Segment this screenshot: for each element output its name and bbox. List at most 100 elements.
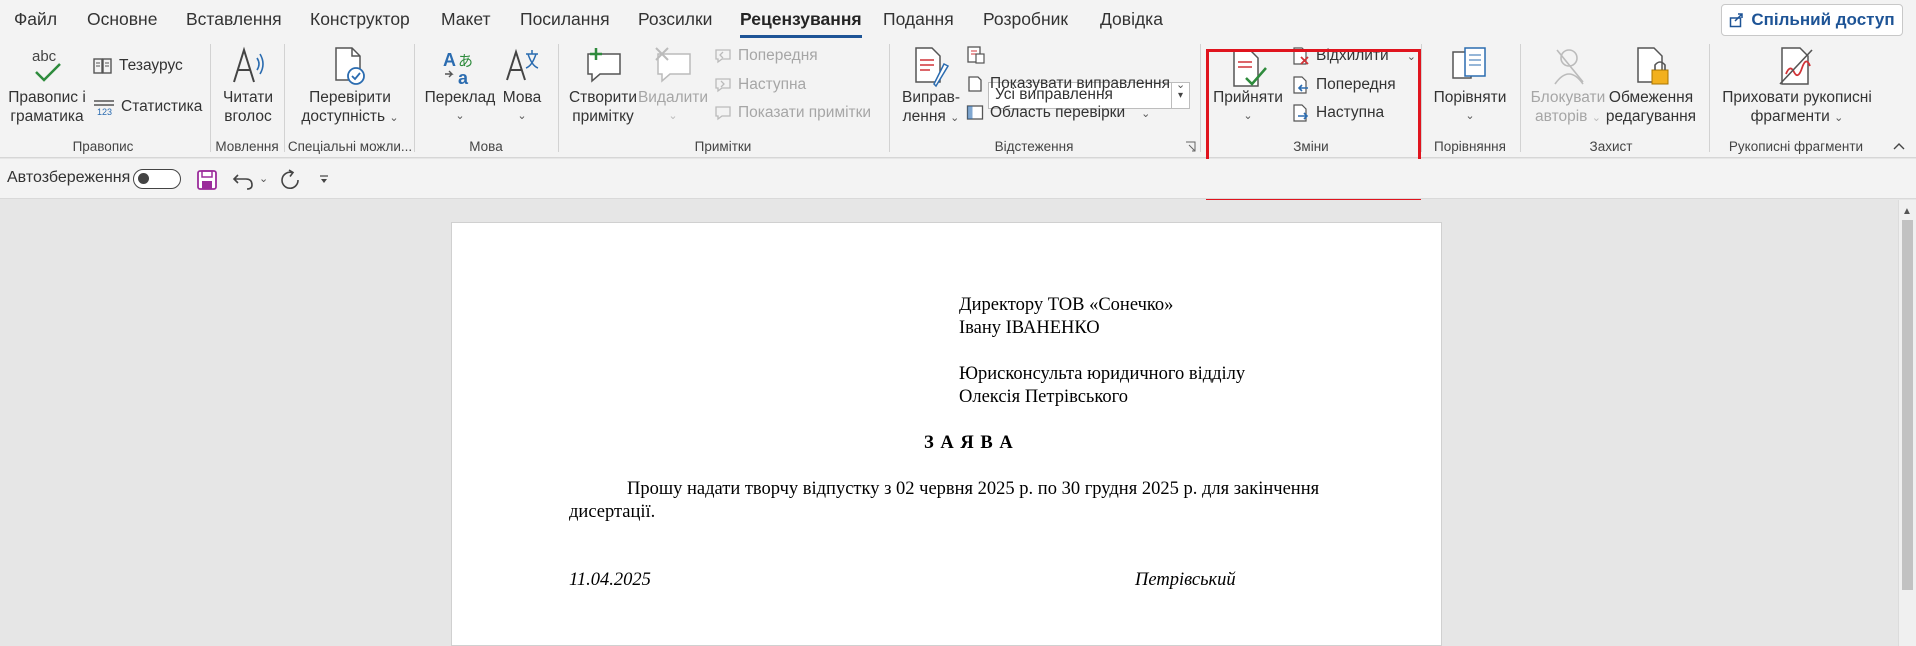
block-authors-label-2: авторів — [1535, 108, 1588, 125]
translate-label: Переклад — [424, 89, 496, 106]
compare-button[interactable]: Порівняти ⌄ — [1434, 88, 1507, 126]
language-label: Мова — [502, 89, 542, 106]
block-authors-icon — [1554, 49, 1584, 85]
document-signature: Петрівський — [1135, 570, 1236, 590]
tab-review[interactable]: Рецензування — [740, 9, 862, 38]
collapse-ribbon-icon[interactable] — [1892, 141, 1906, 151]
chevron-down-icon: ⌄ — [1465, 110, 1475, 122]
new-comment-button[interactable]: Створити примітку — [569, 88, 637, 126]
next-change-button[interactable]: Наступна — [1292, 101, 1384, 125]
accessibility-button[interactable]: Перевірити доступність ⌄ — [301, 88, 398, 128]
translate-button[interactable]: Переклад ⌄ — [425, 88, 496, 126]
undo-icon[interactable] — [232, 169, 254, 191]
word-count-button[interactable]: 123 Статистика — [93, 95, 202, 119]
tab-developer[interactable]: Розробник — [983, 9, 1068, 30]
separator — [414, 44, 415, 152]
recipient-line-1: Директору ТОВ «Сонечко» — [959, 295, 1174, 315]
new-comment-label-1: Створити — [568, 89, 638, 106]
share-button[interactable]: Спільний доступ — [1721, 4, 1903, 36]
save-icon[interactable] — [196, 169, 218, 191]
tab-design[interactable]: Конструктор — [310, 9, 410, 30]
spelling-icon: abc — [32, 48, 61, 82]
previous-change-label: Попередня — [1316, 76, 1396, 93]
chevron-down-icon: ⌄ — [389, 112, 399, 124]
chevron-down-icon: ⌄ — [455, 110, 465, 122]
reject-button[interactable]: Відхилити ⌄ — [1292, 44, 1416, 68]
restrict-editing-button[interactable]: Обмеження редагування — [1606, 88, 1696, 126]
restrict-editing-label-1: Обмеження — [1608, 89, 1694, 106]
document-date: 11.04.2025 — [569, 570, 651, 590]
restrict-editing-label-2: редагування — [1605, 108, 1697, 125]
word-count-icon: 123 — [94, 100, 114, 116]
track-changes-icon — [915, 47, 950, 88]
next-comment-button[interactable]: Наступна — [714, 73, 806, 97]
delete-comment-icon — [655, 47, 691, 83]
tab-file[interactable]: Файл — [14, 9, 57, 30]
group-label-protect: Захист — [1589, 139, 1633, 154]
show-markup-icon — [968, 76, 982, 92]
language-button[interactable]: Мова ⌄ — [503, 88, 541, 126]
show-comments-icon — [715, 106, 731, 121]
dialog-launcher-icon[interactable] — [1185, 141, 1196, 152]
separator — [210, 44, 211, 152]
read-aloud-label-1: Читати — [223, 89, 273, 106]
body-line-1: Прошу надати творчу відпустку з 02 червн… — [627, 479, 1320, 499]
track-changes-button[interactable]: Виправ- лення ⌄ — [902, 88, 960, 128]
track-changes-label-1: Виправ- — [901, 89, 961, 106]
vertical-scrollbar[interactable]: ▲ — [1898, 200, 1916, 646]
tab-mailings[interactable]: Розсилки — [638, 9, 712, 30]
show-markup-button[interactable]: Показувати виправлення ⌄ — [966, 72, 1185, 96]
quick-access-toolbar: Автозбереження ⌄ — [0, 159, 1916, 199]
spelling-button[interactable]: Правопис і граматика — [8, 88, 86, 126]
previous-comment-button[interactable]: Попередня — [714, 44, 818, 68]
accept-change-icon — [1233, 49, 1267, 87]
scroll-up-icon[interactable]: ▲ — [1902, 206, 1912, 217]
tab-insert[interactable]: Вставлення — [186, 9, 282, 30]
customize-toolbar-icon[interactable] — [318, 174, 330, 186]
language-icon — [506, 48, 539, 81]
body-line-2: дисертації. — [569, 502, 656, 522]
svg-text:A: A — [443, 50, 456, 70]
block-authors-button[interactable]: Блокувати авторів ⌄ — [1531, 88, 1606, 128]
chevron-down-icon: ⌄ — [1834, 112, 1844, 124]
svg-text:123: 123 — [97, 107, 112, 116]
autosave-toggle[interactable] — [133, 169, 181, 189]
spelling-label-2: граматика — [10, 108, 84, 125]
scrollbar-thumb[interactable] — [1902, 220, 1913, 590]
delete-comment-button[interactable]: Видалити ⌄ — [638, 88, 708, 126]
previous-change-button[interactable]: Попередня — [1292, 73, 1396, 97]
tab-view[interactable]: Подання — [883, 9, 954, 30]
compare-icon — [1452, 47, 1486, 79]
document-title: З А Я В А — [924, 433, 1014, 453]
book-icon — [93, 58, 112, 74]
reviewing-pane-button[interactable]: Область перевірки ⌄ — [966, 101, 1150, 125]
chevron-down-icon: ⌄ — [1243, 110, 1253, 122]
read-aloud-button[interactable]: Читати вголос — [223, 88, 273, 126]
sender-line-1: Юрисконсульта юридичного відділу — [959, 364, 1246, 384]
delete-comment-label: Видалити — [637, 89, 709, 106]
separator — [1200, 44, 1201, 152]
block-authors-label-1: Блокувати — [1530, 89, 1606, 106]
tab-help[interactable]: Довідка — [1100, 9, 1163, 30]
hide-ink-label-1: Приховати рукописні — [1722, 89, 1872, 106]
group-label-accessibility: Спеціальні можли... — [287, 139, 413, 154]
separator — [558, 44, 559, 152]
thesaurus-button[interactable]: Тезаурус — [93, 54, 183, 78]
display-for-review-icon — [967, 46, 985, 64]
undo-dropdown-icon[interactable]: ⌄ — [259, 172, 268, 185]
accept-button[interactable]: Прийняти ⌄ — [1213, 88, 1283, 126]
tab-home[interactable]: Основне — [87, 9, 157, 30]
svg-text:a: a — [458, 68, 469, 86]
next-change-icon — [1293, 104, 1309, 122]
menu-bar: Файл Основне Вставлення Конструктор Маке… — [0, 0, 1916, 40]
document-page[interactable]: Директору ТОВ «Сонечко» Івану ІВАНЕНКО Ю… — [451, 222, 1442, 646]
show-comments-button[interactable]: Показати примітки — [714, 101, 871, 125]
redo-icon[interactable] — [278, 168, 302, 192]
tab-references[interactable]: Посилання — [520, 9, 610, 30]
hide-ink-button[interactable]: Приховати рукописні фрагменти ⌄ — [1722, 88, 1872, 128]
separator — [1709, 44, 1710, 152]
document-area: Директору ТОВ «Сонечко» Івану ІВАНЕНКО Ю… — [0, 200, 1898, 646]
tab-layout[interactable]: Макет — [441, 9, 491, 30]
chevron-down-icon: ⌄ — [1406, 50, 1416, 63]
chevron-down-icon: ⌄ — [1176, 78, 1186, 91]
